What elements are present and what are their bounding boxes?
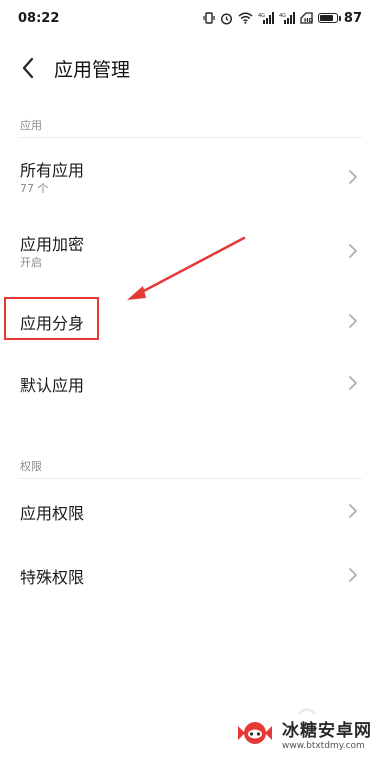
vibrate-icon [203, 12, 215, 24]
alarm-icon [220, 12, 232, 25]
status-bar: 08:22 4G 4G HD 87 [0, 0, 380, 36]
candy-logo-icon [238, 722, 272, 744]
chevron-right-icon [349, 244, 357, 258]
battery-percent: 87 [343, 10, 362, 26]
status-icons: 4G 4G HD 87 [203, 11, 362, 26]
row-title: 应用加密 [20, 235, 85, 254]
row-app-lock[interactable]: 应用加密 开启 [0, 220, 380, 282]
watermark-name: 冰糖安卓网 [282, 720, 372, 741]
watermark-url: www.btxtdmy.com [282, 740, 365, 751]
back-button[interactable] [6, 46, 50, 90]
row-title: 所有应用 [20, 161, 85, 180]
chevron-right-icon [349, 314, 357, 328]
watermark: 冰糖安卓网 www.btxtdmy.com [234, 712, 372, 754]
chevron-right-icon [349, 504, 357, 518]
row-title: 应用权限 [20, 504, 85, 523]
chevron-left-icon [22, 57, 34, 79]
svg-text:4G: 4G [279, 13, 286, 19]
row-default-apps[interactable]: 默认应用 [0, 352, 380, 414]
chevron-right-icon [349, 568, 357, 582]
divider [18, 478, 362, 479]
section-label-apps: 应用 [20, 119, 42, 132]
battery-icon: 87 [317, 10, 362, 26]
row-subtitle: 77 个 [20, 182, 49, 195]
row-title: 特殊权限 [20, 568, 85, 587]
row-special-permissions[interactable]: 特殊权限 [0, 544, 380, 606]
signal-icon: 4G [279, 12, 295, 24]
row-all-apps[interactable]: 所有应用 77 个 [0, 146, 380, 208]
chevron-right-icon [349, 376, 357, 390]
signal-icon: 4G [258, 12, 274, 24]
section-label-permissions: 权限 [20, 460, 42, 473]
chevron-right-icon [349, 170, 357, 184]
hd-icon: HD [300, 12, 313, 24]
page-title: 应用管理 [54, 58, 131, 81]
row-app-permissions[interactable]: 应用权限 [0, 480, 380, 542]
status-time: 08:22 [18, 10, 60, 26]
row-title: 默认应用 [20, 376, 85, 395]
wifi-icon [238, 12, 253, 24]
row-subtitle: 开启 [20, 256, 42, 269]
divider [18, 137, 362, 138]
svg-text:4G: 4G [258, 13, 265, 19]
annotation-highlight-box [4, 297, 99, 340]
header: 应用管理 [0, 46, 380, 90]
svg-text:HD: HD [304, 18, 313, 24]
